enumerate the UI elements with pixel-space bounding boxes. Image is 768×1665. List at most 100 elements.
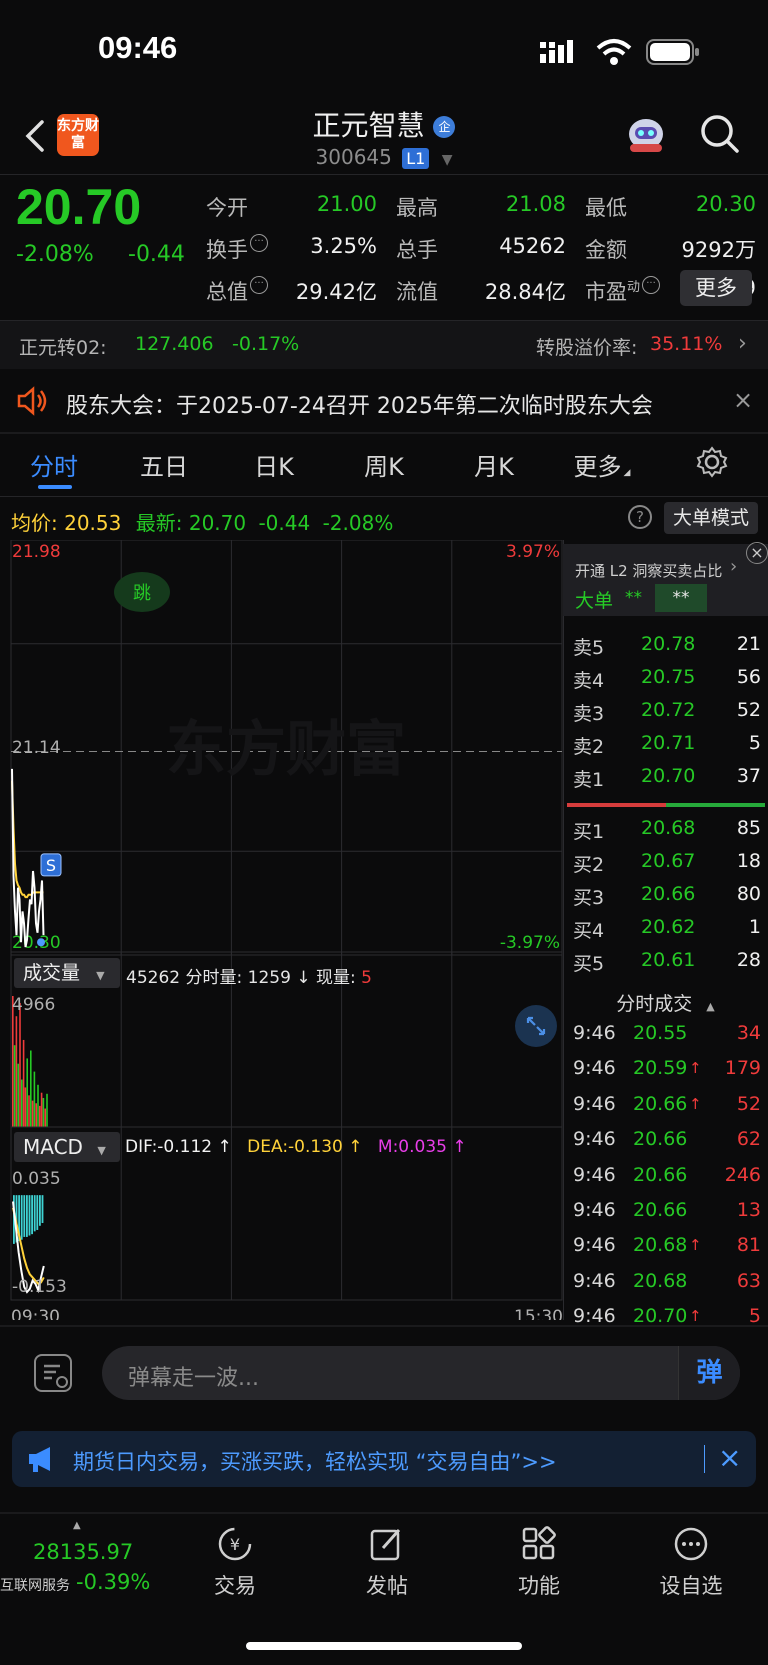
settings-icon[interactable] xyxy=(696,446,728,478)
macd-top-label: 0.035 xyxy=(12,1169,61,1189)
stat-value: 45262 xyxy=(499,234,566,258)
index-widget[interactable]: ▲ 28135.97 互联网服务 -0.39% xyxy=(0,1520,160,1600)
orderbook-volume: 85 xyxy=(736,817,761,839)
nav-item-1[interactable]: 发帖 xyxy=(312,1526,462,1600)
trade-row: 9:46 20.66 13 xyxy=(573,1199,763,1234)
orderbook-row[interactable]: 买2 20.67 18 xyxy=(573,850,763,883)
chat-list-icon[interactable] xyxy=(34,1354,72,1392)
trade-price: 20.68 xyxy=(633,1234,688,1257)
trades-title-row[interactable]: 分时成交 ▲ xyxy=(563,989,768,1016)
trade-point xyxy=(37,938,45,947)
period-vol-value: 1259 xyxy=(247,968,291,988)
y-bottom-label: 20.30 xyxy=(12,933,61,953)
robot-assistant-icon[interactable] xyxy=(624,112,668,156)
l2-banner[interactable]: 开通 L2 洞察买卖占比 › × 大单 ** ** xyxy=(563,542,768,616)
expand-icon[interactable] xyxy=(515,1005,557,1047)
close-icon[interactable]: × xyxy=(733,386,753,414)
nav-item-3[interactable]: 设自选 xyxy=(616,1526,766,1600)
change-percent: -2.08% xyxy=(16,242,94,267)
trade-volume: 246 xyxy=(724,1163,761,1186)
orderbook-row[interactable]: 买4 20.62 1 xyxy=(573,916,763,949)
latest-change: -0.44 xyxy=(258,511,311,535)
orderbook-volume: 21 xyxy=(736,633,761,655)
trade-time: 9:46 xyxy=(573,1163,616,1186)
trade-row: 9:46 20.59 ↑ 179 xyxy=(573,1057,763,1092)
info-dots-icon[interactable]: ··· xyxy=(250,234,268,252)
nav-item-2[interactable]: 功能 xyxy=(464,1526,614,1600)
trade-row: 9:46 20.70 ↑ 5 xyxy=(573,1305,763,1340)
info-dots-icon[interactable]: ··· xyxy=(250,276,268,294)
orderbook-volume: 1 xyxy=(748,916,761,938)
ad-banner[interactable]: 期货日内交易，买涨买跌，轻松实现 “交易自由”>> × xyxy=(12,1431,756,1487)
tab-1[interactable]: 五日 xyxy=(114,447,214,482)
macd-hist-bar xyxy=(31,1195,33,1235)
help-icon[interactable]: ? xyxy=(628,505,652,529)
up-arrow-icon: ↑ xyxy=(689,1307,702,1326)
danmaku-button[interactable]: 弹 xyxy=(678,1346,740,1400)
nav-item-0[interactable]: ¥ 交易 xyxy=(160,1526,310,1600)
tab-3[interactable]: 周K xyxy=(334,447,434,482)
level-badge: L1 xyxy=(402,148,430,169)
watermark: 东方财富 xyxy=(166,715,406,785)
index-value: 28135.97 xyxy=(33,1540,134,1564)
orderbook-row[interactable]: 卖5 20.78 21 xyxy=(573,633,763,666)
orderbook-volume: 56 xyxy=(736,666,761,688)
trade-row: 9:46 20.66 62 xyxy=(573,1128,763,1163)
x-end-label: 15:30 xyxy=(514,1307,563,1320)
trade-volume: 13 xyxy=(736,1199,761,1221)
orderbook-row[interactable]: 卖2 20.71 5 xyxy=(573,732,763,765)
big-order-mode-button[interactable]: 大单模式 xyxy=(664,502,758,534)
tab-4[interactable]: 月K xyxy=(444,447,544,482)
search-icon[interactable] xyxy=(700,114,740,154)
trade-row: 9:46 20.66 246 xyxy=(573,1164,763,1199)
notice-bar[interactable]: 股东大会：于2025-07-24召开 2025年第二次临时股东大会 × xyxy=(0,370,768,432)
orderbook-row[interactable]: 买1 20.68 85 xyxy=(573,817,763,850)
macd-selector[interactable]: MACD ▼ xyxy=(14,1132,120,1162)
tab-active-indicator xyxy=(38,485,72,489)
orderbook-level: 买5 xyxy=(573,953,605,975)
stat-label-text: 最高 xyxy=(396,196,438,220)
orderbook-level: 卖4 xyxy=(573,670,605,692)
post-icon xyxy=(369,1526,405,1562)
tab-label: 日K xyxy=(254,453,294,481)
enterprise-badge: 企 xyxy=(433,116,456,138)
close-icon[interactable]: × xyxy=(718,1441,741,1474)
volume-bar xyxy=(42,1097,45,1127)
chevron-right-icon: › xyxy=(730,556,738,577)
tab-5[interactable]: 更多 ◢ xyxy=(552,447,652,482)
orderbook-row[interactable]: 买5 20.61 28 xyxy=(573,949,763,982)
macd-hist-bar xyxy=(33,1195,36,1232)
trade-time: 9:46 xyxy=(573,1092,616,1115)
ad-divider xyxy=(704,1445,705,1473)
orderbook-row[interactable]: 卖3 20.72 52 xyxy=(573,699,763,732)
convertible-bond-row[interactable]: 正元转02: 127.406 -0.17% 转股溢价率: 35.11% › xyxy=(0,321,768,369)
volume-selector[interactable]: 成交量 ▼ xyxy=(14,958,120,988)
orderbook-row[interactable]: 卖1 20.70 37 xyxy=(573,765,763,798)
intraday-chart[interactable]: 东方财富 21.98 21.14 20.30 3.97% -3.97% 跳 S 4966 0.03… xyxy=(0,540,566,1320)
close-icon[interactable]: × xyxy=(746,542,768,564)
volume-bar xyxy=(15,1016,18,1127)
trade-volume: 62 xyxy=(736,1128,761,1151)
change-value: -0.44 xyxy=(128,242,185,267)
stat-label-text: 金额 xyxy=(585,238,627,262)
orderbook-level: 卖2 xyxy=(573,736,605,758)
bond-change: -0.17% xyxy=(232,333,300,355)
orderbook-row[interactable]: 卖4 20.75 56 xyxy=(573,666,763,699)
orderbook-price: 20.67 xyxy=(641,850,696,872)
orderbook-row[interactable]: 买3 20.66 80 xyxy=(573,883,763,916)
stat-label-text: 市盈 xyxy=(585,280,627,304)
comment-input[interactable]: 弹幕走一波... 弹 xyxy=(102,1346,740,1400)
stat-label: 最高 xyxy=(396,192,438,222)
avg-value: 20.53 xyxy=(64,511,122,535)
trade-price: 20.66 xyxy=(633,1092,688,1115)
current-price: 20.70 xyxy=(16,179,142,235)
orderbook-volume: 28 xyxy=(736,949,761,971)
tab-2[interactable]: 日K xyxy=(224,447,324,482)
macd-hist-bar xyxy=(41,1195,44,1224)
orderbook-volume: 18 xyxy=(736,850,761,872)
info-dots-icon[interactable]: ··· xyxy=(642,276,661,294)
more-button[interactable]: 更多 xyxy=(680,270,752,306)
trade-time: 9:46 xyxy=(573,1234,616,1257)
megaphone-icon xyxy=(26,1445,58,1473)
tab-0[interactable]: 分时 xyxy=(4,447,104,482)
